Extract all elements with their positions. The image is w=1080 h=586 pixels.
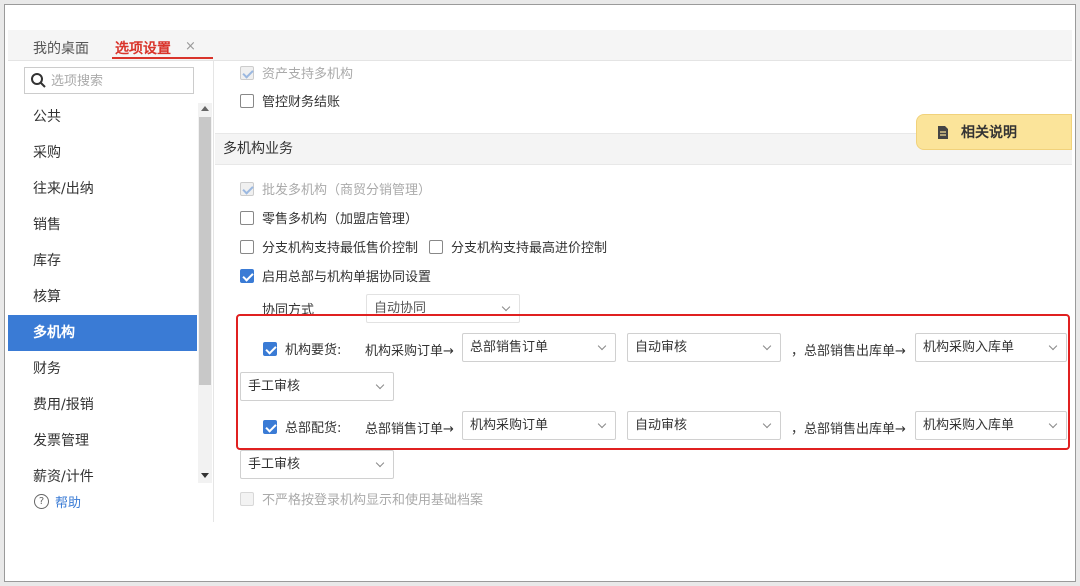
option-enable-sync[interactable]: 启用总部与机构单据协同设置 [240, 266, 431, 285]
checkbox-asset-multi-org[interactable] [240, 65, 254, 80]
hq-distribution-flow-2: ，总部销售出库单→ [791, 422, 906, 437]
tab-my-desktop[interactable]: 我的桌面 [33, 38, 89, 58]
select-value: 机构采购入库单 [923, 418, 1015, 433]
checkbox-control-finance-close[interactable] [240, 93, 254, 108]
select-value: 自动协同 [374, 301, 427, 316]
sidebar-item-expenses[interactable]: 费用/报销 [8, 387, 197, 423]
options-panel: 资产支持多机构 管控财务结账 多机构业务 相关说明 批发多机构（商贸分销管理） … [215, 61, 1072, 522]
select-value: 总部销售订单 [470, 340, 549, 355]
checkbox-hq-distribution[interactable] [263, 419, 277, 434]
select-value: 自动审核 [635, 418, 688, 433]
chevron-down-icon [375, 380, 385, 390]
org-request-flow-2: ，总部销售出库单→ [791, 344, 906, 359]
chevron-down-icon [762, 341, 772, 351]
option-non-strict-base-archive[interactable]: 不严格按登录机构显示和使用基础档案 [240, 489, 483, 508]
select-value: 自动审核 [635, 340, 688, 355]
search-icon [31, 73, 46, 88]
option-retail-multi-org[interactable]: 零售多机构（加盟店管理） [240, 208, 418, 227]
option-search-input[interactable] [51, 71, 191, 91]
tab-close-icon[interactable]: × [185, 39, 196, 54]
hq-distribution-audit-select[interactable]: 自动审核 [627, 411, 781, 440]
option-wholesale-multi-org[interactable]: 批发多机构（商贸分销管理） [240, 179, 431, 198]
active-tab-indicator [112, 57, 213, 59]
option-label: 分支机构支持最高进价控制 [451, 241, 608, 256]
org-request-label: 机构要货: [285, 343, 342, 358]
tab-bar: 我的桌面 选项设置 × [8, 30, 1072, 61]
option-label: 分支机构支持最低售价控制 [262, 241, 419, 256]
chevron-down-icon [597, 341, 607, 351]
sidebar-item-payroll[interactable]: 薪资/计件 [8, 459, 197, 495]
sidebar-item-multi-org[interactable]: 多机构 [8, 315, 197, 351]
org-request-receipt-audit-select[interactable]: 手工审核 [240, 372, 394, 401]
sync-mode-label: 协同方式 [262, 303, 315, 318]
chevron-down-icon [1048, 341, 1058, 351]
related-info-label: 相关说明 [961, 125, 1017, 141]
checkbox-org-request[interactable] [263, 341, 277, 356]
sidebar-item-finance[interactable]: 财务 [8, 351, 197, 387]
option-label: 零售多机构（加盟店管理） [262, 212, 419, 227]
scroll-up-arrow-icon[interactable] [201, 106, 209, 111]
org-request-flow-1: 机构采购订单→ [365, 344, 454, 359]
hq-distribution-doc-select[interactable]: 机构采购订单 [462, 411, 616, 440]
option-label: 启用总部与机构单据协同设置 [262, 270, 432, 285]
sidebar-item-sales[interactable]: 销售 [8, 207, 197, 243]
checkbox-branch-max-price[interactable] [429, 239, 443, 254]
document-icon [938, 125, 948, 139]
option-label: 管控财务结账 [262, 95, 341, 110]
help-link[interactable]: ? 帮助 [34, 492, 81, 511]
option-branch-max-price[interactable]: 分支机构支持最高进价控制 [429, 237, 607, 256]
hq-distribution-label: 总部配货: [285, 421, 342, 436]
org-request-receipt-select[interactable]: 机构采购入库单 [915, 333, 1067, 362]
option-branch-min-price[interactable]: 分支机构支持最低售价控制 [240, 237, 418, 256]
chevron-down-icon [501, 302, 511, 312]
select-value: 手工审核 [248, 379, 301, 394]
checkbox-branch-min-price[interactable] [240, 239, 254, 254]
option-search-box[interactable] [24, 67, 194, 94]
select-value: 机构采购订单 [470, 418, 549, 433]
hq-distribution-flow-1: 总部销售订单→ [365, 422, 454, 437]
hq-distribution-receipt-select[interactable]: 机构采购入库单 [915, 411, 1067, 440]
sidebar-item-accounting[interactable]: 核算 [8, 279, 197, 315]
checkbox-enable-sync[interactable] [240, 268, 254, 283]
chevron-down-icon [1048, 419, 1058, 429]
option-asset-multi-org[interactable]: 资产支持多机构 [240, 63, 353, 82]
hq-distribution-receipt-audit-select[interactable]: 手工审核 [240, 450, 394, 479]
checkbox-non-strict-base-archive[interactable] [240, 491, 254, 506]
related-info-button[interactable]: 相关说明 [916, 114, 1072, 150]
checkbox-wholesale-multi-org[interactable] [240, 181, 254, 196]
sync-mode-select[interactable]: 自动协同 [366, 294, 520, 323]
chevron-down-icon [597, 419, 607, 429]
tab-options-settings[interactable]: 选项设置 [115, 38, 171, 58]
help-label: 帮助 [55, 496, 82, 511]
option-hq-distribution[interactable]: 总部配货: [263, 417, 341, 436]
org-request-doc-select[interactable]: 总部销售订单 [462, 333, 616, 362]
option-control-finance-close[interactable]: 管控财务结账 [240, 91, 340, 110]
option-org-request[interactable]: 机构要货: [263, 339, 341, 358]
sidebar-item-public[interactable]: 公共 [8, 99, 197, 135]
scroll-down-arrow-icon[interactable] [201, 473, 209, 478]
select-value: 机构采购入库单 [923, 340, 1015, 355]
sidebar-item-invoice[interactable]: 发票管理 [8, 423, 197, 459]
sidebar-scroll-thumb[interactable] [199, 117, 211, 385]
chevron-down-icon [762, 419, 772, 429]
sidebar-item-accounts-cashier[interactable]: 往来/出纳 [8, 171, 197, 207]
question-circle-icon: ? [34, 494, 49, 509]
option-label: 批发多机构（商贸分销管理） [262, 183, 432, 198]
checkbox-retail-multi-org[interactable] [240, 210, 254, 225]
select-value: 手工审核 [248, 457, 301, 472]
option-label: 资产支持多机构 [262, 67, 354, 82]
chevron-down-icon [375, 458, 385, 468]
sidebar-item-purchase[interactable]: 采购 [8, 135, 197, 171]
sidebar: 公共 采购 往来/出纳 销售 库存 核算 多机构 财务 费用/报销 发票管理 薪… [8, 61, 214, 522]
sidebar-item-inventory[interactable]: 库存 [8, 243, 197, 279]
option-label: 不严格按登录机构显示和使用基础档案 [262, 493, 484, 508]
org-request-audit-select[interactable]: 自动审核 [627, 333, 781, 362]
